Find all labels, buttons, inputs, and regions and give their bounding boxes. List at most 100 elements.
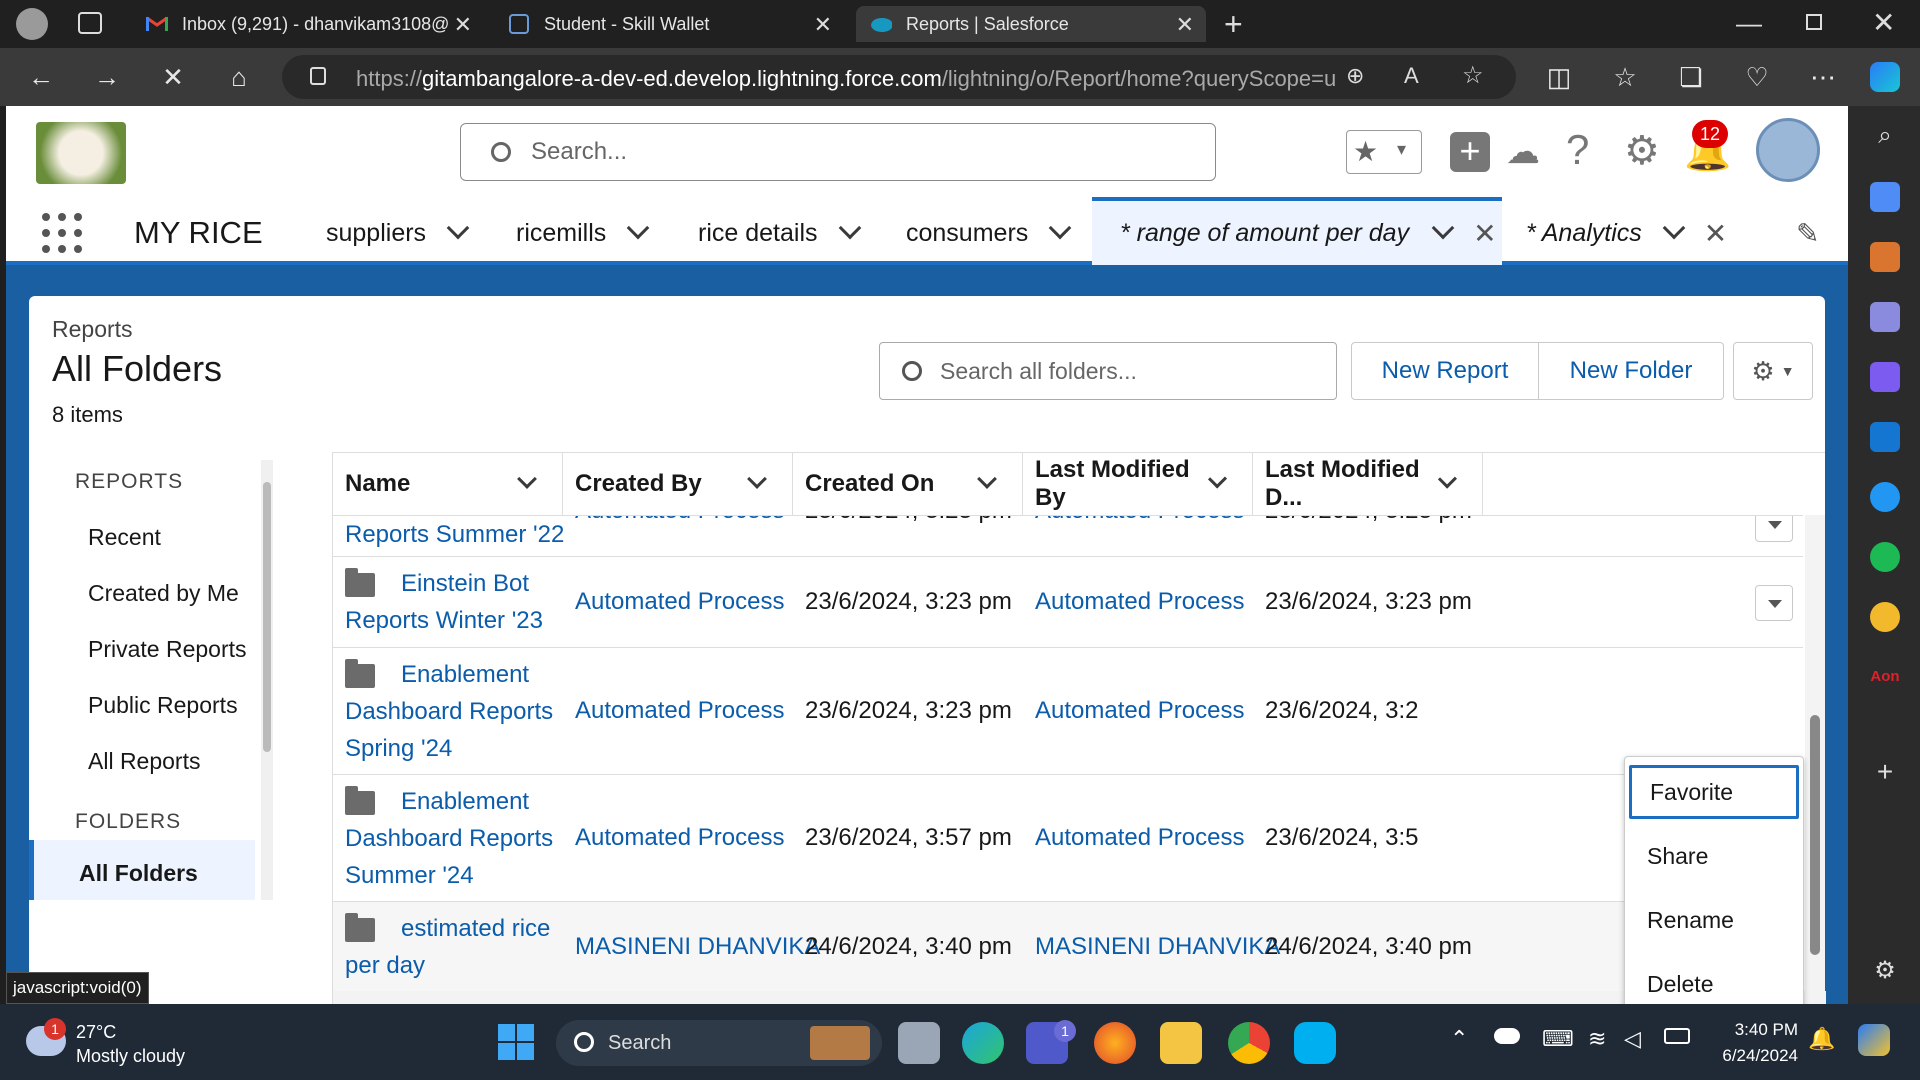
windows-start-icon[interactable] xyxy=(498,1024,534,1060)
app-launcher-icon[interactable] xyxy=(40,211,84,255)
chevron-down-icon[interactable] xyxy=(838,216,861,240)
chrome-icon[interactable] xyxy=(1228,1022,1270,1064)
settings-menu-button[interactable]: ⚙ ▼ xyxy=(1733,342,1813,400)
sidebar-item-all-folders[interactable]: All Folders xyxy=(29,840,255,900)
wifi-icon[interactable]: ≋ xyxy=(1588,1026,1606,1052)
column-header-last-modified-by[interactable]: Last Modified By xyxy=(1023,453,1253,515)
close-icon[interactable]: ✕ xyxy=(1473,217,1496,250)
new-folder-button[interactable]: New Folder xyxy=(1538,342,1724,400)
menu-item-favorite[interactable]: Favorite xyxy=(1629,765,1799,819)
row-actions-button[interactable] xyxy=(1755,585,1793,621)
chevron-down-icon[interactable] xyxy=(1431,216,1455,240)
chevron-down-icon[interactable] xyxy=(626,216,650,240)
tab-gmail[interactable]: Inbox (9,291) - dhanvikam3108@ ✕ xyxy=(132,6,484,42)
file-explorer-icon[interactable] xyxy=(1160,1022,1202,1064)
modified-by-link[interactable]: Automated Process xyxy=(1035,516,1244,529)
clock-time[interactable]: 3:40 PM xyxy=(1730,1020,1798,1040)
tab-analytics[interactable]: * Analytics ✕ xyxy=(1526,201,1727,265)
browser-essentials-icon[interactable]: ♡ xyxy=(1740,60,1774,94)
sidebar-item-private-reports[interactable]: Private Reports xyxy=(88,636,247,663)
forward-button[interactable]: → xyxy=(90,60,124,94)
folder-name-link[interactable]: Reports Summer '22 xyxy=(345,516,564,553)
global-actions-icon[interactable]: + xyxy=(1450,132,1490,172)
chevron-down-icon[interactable] xyxy=(446,216,470,240)
folder-name-link[interactable]: Enablement Dashboard Reports Spring '24 xyxy=(345,656,555,767)
scrollbar-thumb[interactable] xyxy=(263,482,271,752)
modified-by-link[interactable]: Automated Process xyxy=(1035,692,1244,729)
nav-item-consumers[interactable]: consumers xyxy=(906,201,1072,265)
created-by-link[interactable]: Automated Process xyxy=(575,692,784,729)
volume-icon[interactable]: ◁ xyxy=(1624,1026,1641,1052)
games-icon[interactable] xyxy=(1870,302,1900,332)
firefox-icon[interactable] xyxy=(1094,1022,1136,1064)
menu-item-rename[interactable]: Rename xyxy=(1629,893,1799,947)
sidebar-item-public-reports[interactable]: Public Reports xyxy=(88,692,238,719)
zoom-icon[interactable]: ⊕ xyxy=(1346,63,1364,89)
row-actions-button[interactable] xyxy=(1755,516,1793,542)
created-by-link[interactable]: MASINENI DHANVIKA xyxy=(575,928,820,965)
table-vertical-scrollbar[interactable] xyxy=(1805,515,1825,991)
edit-nav-pencil-icon[interactable]: ✎ xyxy=(1796,217,1819,250)
help-icon[interactable]: ? xyxy=(1566,126,1589,174)
battery-icon[interactable] xyxy=(1664,1028,1690,1044)
folder-name-link[interactable]: Enablement Dashboard Reports Summer '24 xyxy=(345,783,555,894)
close-icon[interactable]: ✕ xyxy=(1704,217,1727,250)
sidebar-item-created-by-me[interactable]: Created by Me xyxy=(88,580,239,607)
org-logo[interactable] xyxy=(36,122,126,184)
taskbar-search-box[interactable]: Search xyxy=(556,1020,882,1066)
folder-search-input[interactable]: Search all folders... xyxy=(879,342,1337,400)
notification-bell-icon[interactable]: 🔔 xyxy=(1808,1026,1835,1052)
breadcrumb[interactable]: Reports xyxy=(52,316,133,343)
tools-icon[interactable] xyxy=(1870,242,1900,272)
restore-button[interactable] xyxy=(1806,14,1822,30)
sidebar-scrollbar[interactable] xyxy=(261,460,273,900)
back-button[interactable]: ← xyxy=(24,60,58,94)
aon-icon[interactable]: Aon xyxy=(1870,662,1900,692)
stop-button[interactable]: ✕ xyxy=(156,60,190,94)
folder-name-link[interactable]: estimated rice per day xyxy=(345,910,555,984)
chevron-down-icon[interactable] xyxy=(747,469,767,489)
nav-item-ricemills[interactable]: ricemills xyxy=(516,201,650,265)
tab-range-of-amount-per-day[interactable]: * range of amount per day ✕ xyxy=(1092,197,1502,265)
edge-icon[interactable] xyxy=(962,1022,1004,1064)
read-aloud-icon[interactable]: A xyxy=(1404,63,1419,89)
sidebar-item-all-reports[interactable]: All Reports xyxy=(88,748,200,775)
sidebar-item-recent[interactable]: Recent xyxy=(88,524,161,551)
tab-actions-icon[interactable] xyxy=(78,12,102,34)
favorite-star-icon[interactable]: ☆ xyxy=(1462,61,1484,90)
close-window-button[interactable]: ✕ xyxy=(1872,6,1895,39)
column-header-last-modified-date[interactable]: Last Modified D... xyxy=(1253,453,1483,515)
created-by-link[interactable]: Automated Process xyxy=(575,583,784,620)
add-icon[interactable]: + xyxy=(1870,756,1900,787)
global-search-input[interactable]: Search... xyxy=(460,123,1216,181)
close-icon[interactable]: ✕ xyxy=(1176,12,1194,38)
favorites-button[interactable]: ★ ▾ xyxy=(1346,130,1422,174)
nav-item-suppliers[interactable]: suppliers xyxy=(326,201,470,265)
spotify-icon[interactable] xyxy=(1870,542,1900,572)
close-icon[interactable]: ✕ xyxy=(454,12,472,38)
column-header-name[interactable]: Name xyxy=(333,453,563,515)
nav-item-rice-details[interactable]: rice details xyxy=(698,201,861,265)
chevron-down-icon[interactable] xyxy=(1048,216,1072,240)
more-menu-icon[interactable]: ⋯ xyxy=(1806,60,1840,94)
new-report-button[interactable]: New Report xyxy=(1351,342,1539,400)
modified-by-link[interactable]: MASINENI DHANVIKA xyxy=(1035,928,1280,965)
outlook-icon[interactable] xyxy=(1870,422,1900,452)
chevron-down-icon[interactable] xyxy=(1662,216,1686,240)
menu-item-share[interactable]: Share xyxy=(1629,829,1799,883)
created-by-link[interactable]: Automated Process xyxy=(575,516,784,529)
user-avatar[interactable] xyxy=(1756,118,1820,182)
settings-icon[interactable]: ⚙ xyxy=(1870,956,1900,986)
task-view-icon[interactable] xyxy=(898,1022,940,1064)
tab-skill-wallet[interactable]: Student - Skill Wallet ✕ xyxy=(494,6,844,42)
favorites-icon[interactable]: ☆ xyxy=(1608,60,1642,94)
trailhead-icon[interactable]: ☁ xyxy=(1506,132,1540,172)
menu-item-delete[interactable]: Delete xyxy=(1629,957,1799,1004)
folder-name-link[interactable]: Einstein Bot Reports Winter '23 xyxy=(345,565,555,639)
clock-date[interactable]: 6/24/2024 xyxy=(1712,1046,1798,1066)
chevron-up-icon[interactable]: ⌃ xyxy=(1450,1026,1468,1052)
app-icon[interactable] xyxy=(1870,602,1900,632)
close-icon[interactable]: ✕ xyxy=(814,12,832,38)
chevron-down-icon[interactable] xyxy=(977,469,997,489)
column-header-created-by[interactable]: Created By xyxy=(563,453,793,515)
